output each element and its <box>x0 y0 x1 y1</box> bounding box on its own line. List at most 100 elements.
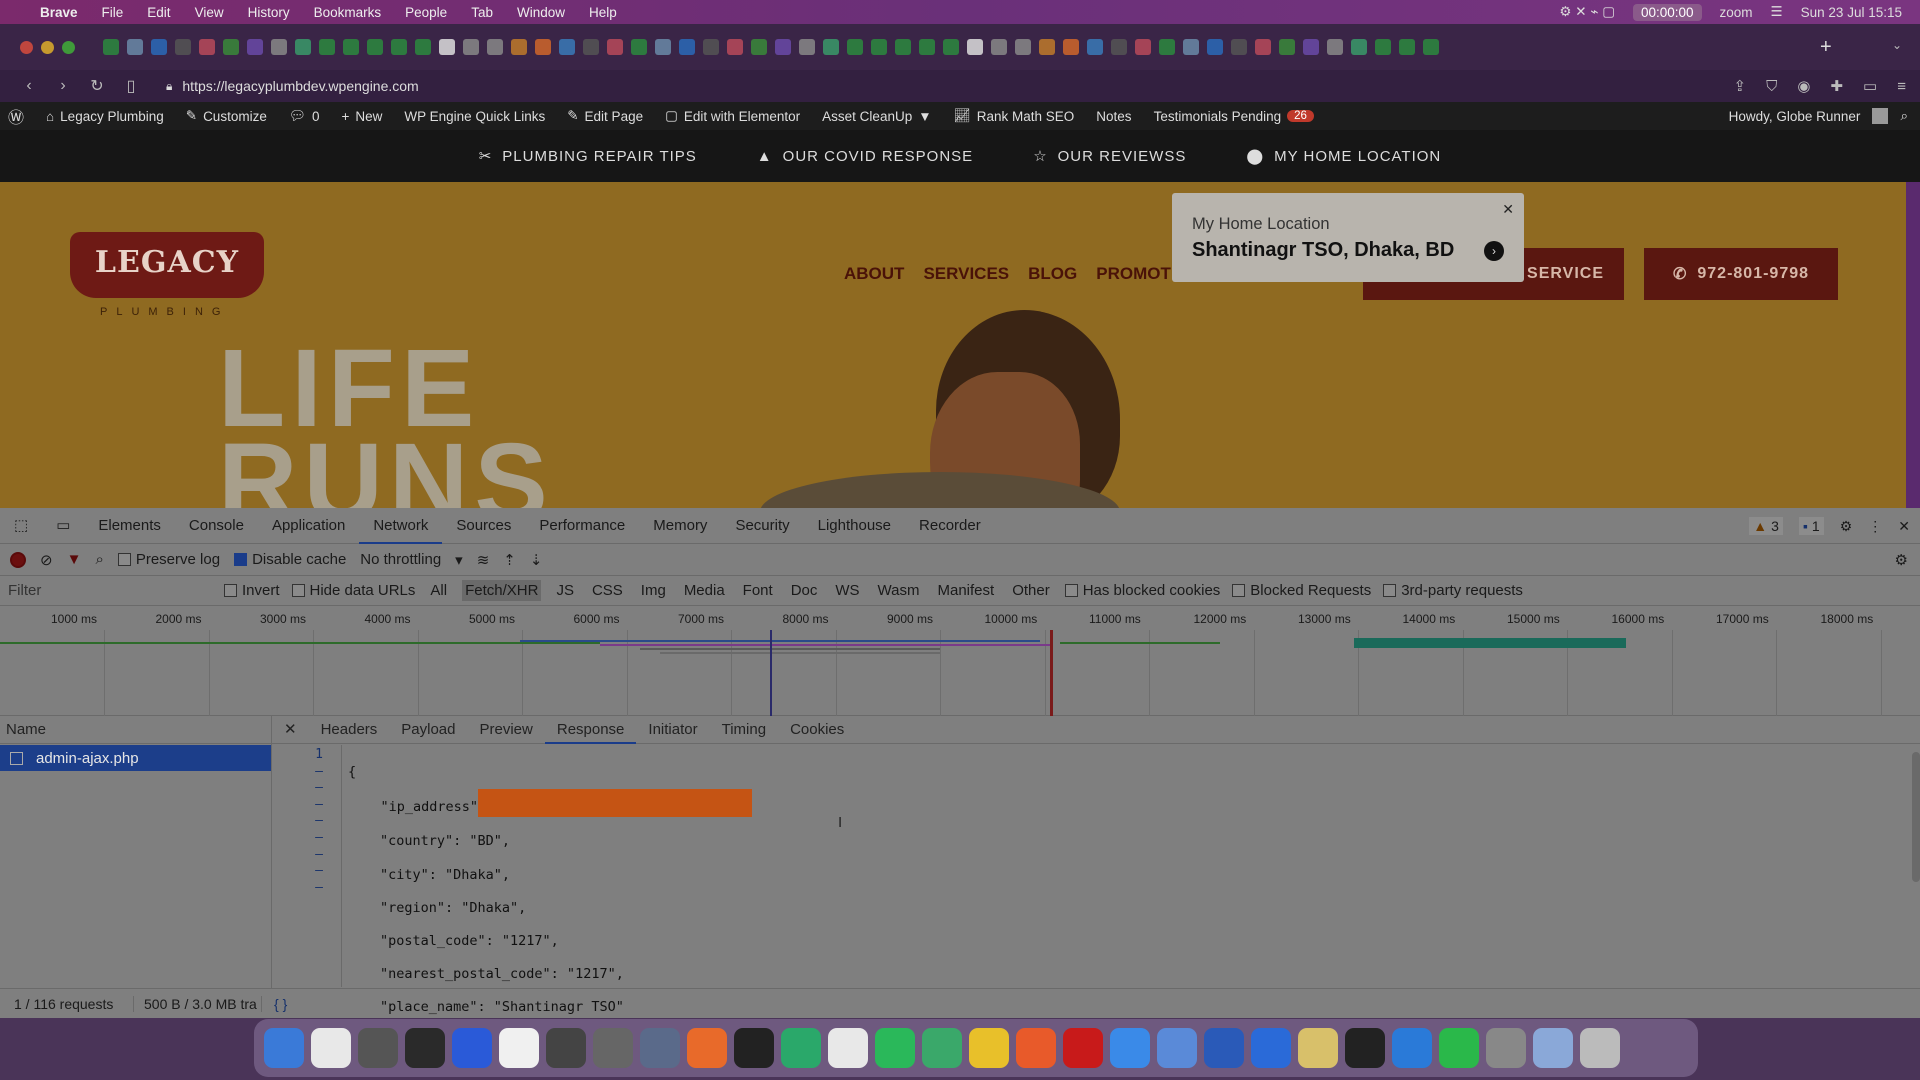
pinned-tab-favicon[interactable] <box>1111 39 1127 55</box>
dock-app-icon[interactable] <box>593 1028 633 1068</box>
brave-shields-icon[interactable]: ⛉ <box>1766 78 1777 95</box>
pinned-tab-favicon[interactable] <box>943 39 959 55</box>
dock-app-icon[interactable] <box>264 1028 304 1068</box>
pinned-tab-favicon[interactable] <box>919 39 935 55</box>
dock-app-icon[interactable] <box>781 1028 821 1068</box>
wp-customize[interactable]: ✎ Customize <box>186 108 267 124</box>
pinned-tab-favicon[interactable] <box>127 39 143 55</box>
pinned-tab-favicon[interactable] <box>223 39 239 55</box>
nav-home-location[interactable]: ⬤ MY HOME LOCATION <box>1246 147 1441 166</box>
dock-app-icon[interactable] <box>969 1028 1009 1068</box>
menu-app-name[interactable]: Brave <box>40 5 78 20</box>
dock-app-icon[interactable] <box>1063 1028 1103 1068</box>
tab-response[interactable]: Response <box>544 716 637 744</box>
messages-counter[interactable]: ▪ 1 <box>1798 517 1824 535</box>
pinned-tab-favicon[interactable] <box>1351 39 1367 55</box>
pinned-tab-favicon[interactable] <box>799 39 815 55</box>
pinned-tab-favicon[interactable] <box>1303 39 1319 55</box>
pinned-tab-favicon[interactable] <box>871 39 887 55</box>
filter-doc[interactable]: Doc <box>788 580 821 601</box>
search-icon[interactable]: ⌕ <box>1900 108 1908 124</box>
pinned-tab-favicon[interactable] <box>271 39 287 55</box>
menu-bookmarks[interactable]: Bookmarks <box>314 5 382 20</box>
nav-about[interactable]: ABOUT <box>844 264 904 284</box>
pinned-tab-favicon[interactable] <box>1231 39 1247 55</box>
filter-all[interactable]: All <box>427 580 450 601</box>
menu-view[interactable]: View <box>195 5 224 20</box>
dock-app-icon[interactable] <box>828 1028 868 1068</box>
close-devtools-icon[interactable]: ✕ <box>1898 518 1910 535</box>
dock-app-icon[interactable] <box>734 1028 774 1068</box>
menu-file[interactable]: File <box>102 5 124 20</box>
pinned-tab-favicon[interactable] <box>1159 39 1175 55</box>
wp-howdy[interactable]: Howdy, Globe Runner <box>1729 109 1861 124</box>
avatar[interactable] <box>1872 108 1889 124</box>
menu-tab[interactable]: Tab <box>471 5 493 20</box>
screen-record-timer[interactable]: 00:00:00 <box>1632 3 1702 21</box>
pinned-tab-favicon[interactable] <box>847 39 863 55</box>
filter-wasm[interactable]: Wasm <box>875 580 923 601</box>
checkbox[interactable] <box>291 584 305 597</box>
third-party-checkbox[interactable]: 3rd-party requests <box>1383 582 1523 599</box>
record-button[interactable] <box>10 551 26 568</box>
wp-edit-elementor[interactable]: ▢ Edit with Elementor <box>665 108 800 124</box>
filter-font[interactable]: Font <box>740 580 776 601</box>
menu-people[interactable]: People <box>405 5 447 20</box>
pinned-tab-favicon[interactable] <box>1279 39 1295 55</box>
status-icons[interactable]: ⚙ ✕ ⌁ ▢ <box>1559 4 1615 20</box>
preserve-log-checkbox[interactable]: Preserve log <box>117 551 220 568</box>
site-logo[interactable]: LEGACY <box>70 232 264 298</box>
table-row[interactable]: admin-ajax.php <box>0 745 271 771</box>
pinned-tab-favicon[interactable] <box>631 39 647 55</box>
pinned-tab-favicon[interactable] <box>895 39 911 55</box>
wp-testimonials[interactable]: Testimonials Pending 26 <box>1154 109 1314 124</box>
pinned-tab-favicon[interactable] <box>1183 39 1199 55</box>
nav-services[interactable]: SERVICES <box>923 264 1009 284</box>
tab-application[interactable]: Application <box>258 508 359 544</box>
wp-engine-quick-links[interactable]: WP Engine Quick Links <box>404 109 545 124</box>
checkbox[interactable] <box>1064 584 1078 597</box>
menu-icon[interactable]: ≡ <box>1897 78 1906 95</box>
checkbox[interactable] <box>117 553 131 566</box>
nav-blog[interactable]: BLOG <box>1028 264 1077 284</box>
network-conditions-icon[interactable]: ≋ <box>477 551 490 569</box>
pretty-print-button[interactable]: { } <box>262 996 287 1012</box>
network-settings-icon[interactable]: ⚙ <box>1895 551 1908 569</box>
dock-app-icon[interactable] <box>1486 1028 1526 1068</box>
tab-search-icon[interactable]: ⌄ <box>1892 38 1902 52</box>
pinned-tab-favicon[interactable] <box>343 39 359 55</box>
close-window-button[interactable] <box>20 40 33 54</box>
nav-plumbing-repair-tips[interactable]: ✂ PLUMBING REPAIR TIPS <box>479 147 697 166</box>
wp-edit-page[interactable]: ✎ Edit Page <box>567 108 643 124</box>
tab-security[interactable]: Security <box>721 508 803 544</box>
sidebar-icon[interactable]: ▭ <box>1863 77 1877 95</box>
pinned-tab-favicon[interactable] <box>655 39 671 55</box>
dock-app-icon[interactable] <box>546 1028 586 1068</box>
pinned-tab-favicon[interactable] <box>679 39 695 55</box>
has-blocked-cookies-checkbox[interactable]: Has blocked cookies <box>1064 582 1220 599</box>
filter-js[interactable]: JS <box>553 580 577 601</box>
bookmark-icon[interactable]: ▯ <box>118 76 144 96</box>
checkbox[interactable] <box>1383 584 1397 597</box>
dock-app-icon[interactable] <box>452 1028 492 1068</box>
pinned-tab-favicon[interactable] <box>1423 39 1439 55</box>
device-toolbar-icon[interactable]: ▭ <box>42 508 84 544</box>
dock-app-icon[interactable] <box>1533 1028 1573 1068</box>
back-icon[interactable]: ‹ <box>16 77 42 95</box>
control-center-icon[interactable]: ☰ <box>1771 4 1783 20</box>
menu-edit[interactable]: Edit <box>147 5 170 20</box>
pinned-tab-favicon[interactable] <box>391 39 407 55</box>
tab-recorder[interactable]: Recorder <box>905 508 995 544</box>
inspect-element-icon[interactable]: ⬚ <box>0 508 42 544</box>
filter-other[interactable]: Other <box>1009 580 1053 601</box>
export-har-icon[interactable]: ⇣ <box>530 551 543 569</box>
dock-app-icon[interactable] <box>405 1028 445 1068</box>
pinned-tab-favicon[interactable] <box>367 39 383 55</box>
checkbox-checked[interactable] <box>234 553 248 566</box>
filter-ws[interactable]: WS <box>832 580 862 601</box>
invert-checkbox[interactable]: Invert <box>224 582 280 599</box>
nav-covid-response[interactable]: ▲ OUR COVID RESPONSE <box>757 148 973 165</box>
name-column-header[interactable]: Name <box>0 716 271 744</box>
pinned-tab-favicon[interactable] <box>1327 39 1343 55</box>
forward-icon[interactable]: › <box>50 77 76 95</box>
